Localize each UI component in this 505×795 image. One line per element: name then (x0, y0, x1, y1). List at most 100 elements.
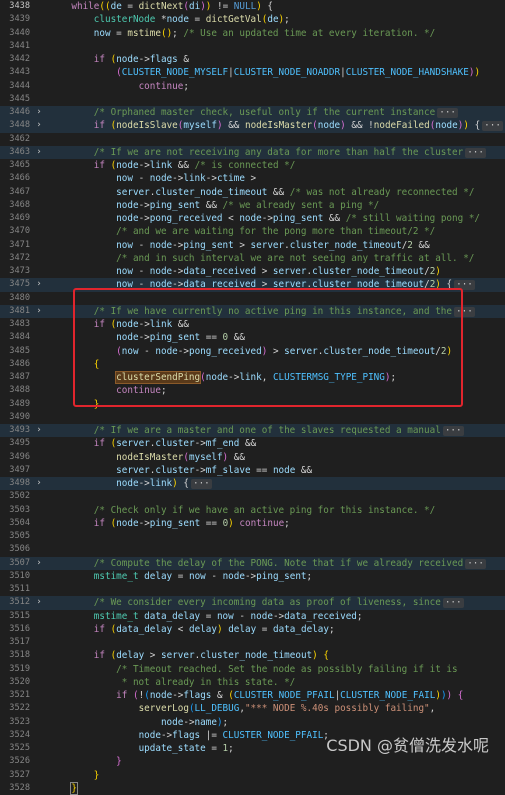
fold-chevron-icon[interactable]: › (34, 106, 44, 119)
code-line[interactable]: 3467 server.cluster_node_timeout && /* w… (0, 186, 505, 199)
code-line[interactable]: 3438 while((de = dictNext(di)) != NULL) … (0, 0, 505, 13)
token: flags (183, 690, 212, 701)
folded-region-ellipsis[interactable]: ··· (465, 147, 486, 158)
code-line[interactable]: 3483 if (node->link && (0, 318, 505, 331)
code-line[interactable]: 3475 › now - node->data_received > server… (0, 278, 505, 292)
highlighted-call: clusterSendPing (115, 371, 202, 384)
fold-chevron-icon[interactable]: › (34, 119, 44, 132)
token: -> (172, 173, 184, 185)
token: if (93, 54, 105, 65)
code-line[interactable]: 3506 (0, 543, 505, 556)
fold-chevron-icon[interactable]: › (34, 596, 44, 609)
code-line[interactable]: 3522 serverLog(LL_DEBUG,"*** NODE %.40s … (0, 702, 505, 715)
token: node (149, 239, 173, 251)
code-line[interactable]: 3485 (now - node->pong_received) > serve… (0, 345, 505, 358)
folded-region-ellipsis[interactable]: ··· (482, 121, 503, 132)
code-line[interactable]: 3488 continue; (0, 384, 505, 397)
code-line[interactable]: 3473 now - node->data_received > server.… (0, 265, 505, 278)
code-line[interactable]: 3463 › /* If we are not receiving any dat… (0, 145, 505, 159)
code-line[interactable]: 3444 continue; (0, 80, 505, 93)
code-line[interactable]: 3510 mstime_t delay = now - node->ping_s… (0, 570, 505, 583)
folded-region-ellipsis[interactable]: ··· (465, 558, 486, 569)
code-line[interactable]: 3487 clusterSendPing(node->link, CLUSTER… (0, 371, 505, 384)
fold-chevron-icon[interactable]: › (34, 278, 44, 291)
code-line[interactable]: 3495 if (server.cluster->mf_end && (0, 437, 505, 450)
token: if (93, 160, 105, 171)
code-line[interactable]: 3439 clusterNode *node = dictGetVal(de); (0, 13, 505, 26)
fold-chevron-icon[interactable]: › (34, 557, 44, 570)
token: { (457, 690, 464, 701)
code-line[interactable]: 3446 › /* Orphaned master check, useful o… (0, 106, 505, 120)
code-text: nodeIsMaster(myself) && (49, 451, 505, 464)
code-line[interactable]: 3503 /* Check only if we have an active … (0, 504, 505, 517)
folded-region-ellipsis[interactable]: ··· (437, 108, 459, 118)
code-line[interactable]: 3489 } (0, 398, 505, 411)
code-line[interactable]: 3480 (0, 292, 505, 305)
code-line[interactable]: 3507 › /* Compute the delay of the PONG. … (0, 556, 505, 570)
line-number: 3467 (9, 186, 30, 197)
code-line[interactable]: 3462 (0, 133, 505, 146)
code-line[interactable]: 3490 (0, 411, 505, 424)
code-line[interactable]: 3484 node->ping_sent == 0 && (0, 331, 505, 344)
code-line[interactable]: 3466 now - node->link->ctime > (0, 172, 505, 185)
code-line[interactable]: 3498 › node->link) {··· (0, 477, 505, 491)
code-line[interactable]: 3470 /* and we are waiting for the pong … (0, 225, 505, 238)
code-line[interactable]: 3497 server.cluster->mf_slave == node && (0, 464, 505, 477)
code-line[interactable]: 3519 /* Timeout reached. Set the node as… (0, 663, 505, 676)
code-line[interactable]: 3486 { (0, 358, 505, 371)
code-line[interactable]: 3528 } (0, 781, 505, 795)
code-line[interactable]: 3520 * not already in this state. */ (0, 676, 505, 689)
code-line[interactable]: 3443 (CLUSTER_NODE_MYSELF|CLUSTER_NODE_N… (0, 66, 505, 79)
code-text: clusterNode *node = dictGetVal(de); (49, 13, 505, 26)
code-line[interactable]: 3515 mstime_t data_delay = now - node->d… (0, 610, 505, 623)
code-line[interactable]: 3504 if (node->ping_sent == 0) continue; (0, 517, 505, 530)
folded-region-ellipsis[interactable]: ··· (442, 598, 464, 609)
fold-chevron-icon[interactable]: › (34, 424, 44, 437)
token: ; (306, 570, 313, 582)
fold-chevron-icon[interactable]: › (34, 477, 44, 490)
code-line[interactable]: 3471 now - node->ping_sent > server.clus… (0, 239, 505, 252)
code-line[interactable]: 3481 › /* If we have currently no active … (0, 304, 505, 318)
code-line[interactable]: 3465 if (node->link && /* is connected *… (0, 159, 505, 172)
token: /* we already sent a ping */ (222, 199, 380, 211)
code-line[interactable]: 3448 › if (nodeIsSlave(myself) && nodeIsM… (0, 119, 505, 133)
token: ping_sent (183, 239, 234, 251)
code-line[interactable]: 3517 (0, 636, 505, 649)
code-editor[interactable]: 3438 while((de = dictNext(di)) != NULL) … (0, 0, 505, 795)
folded-region-ellipsis[interactable]: ··· (454, 306, 475, 317)
code-line[interactable]: 3442 if (node->flags & (0, 53, 505, 66)
code-line[interactable]: 3502 (0, 490, 505, 503)
token: -> (228, 372, 240, 383)
fold-chevron-icon[interactable]: › (34, 146, 44, 159)
code-line[interactable]: 3518 if (delay > server.cluster_node_tim… (0, 649, 505, 662)
fold-chevron-icon[interactable]: › (34, 305, 44, 318)
code-line[interactable]: 3472 /* and in such interval we are not … (0, 252, 505, 265)
code-line[interactable]: 3468 node->ping_sent && /* we already se… (0, 199, 505, 212)
code-line[interactable]: 3505 (0, 530, 505, 543)
folded-region-ellipsis[interactable]: ··· (442, 426, 464, 436)
code-line[interactable]: 3521 if (!(node->flags & (CLUSTER_NODE_P… (0, 689, 505, 702)
code-line[interactable]: 3440 now = mstime(); /* Use an updated t… (0, 27, 505, 40)
folded-region-ellipsis[interactable]: ··· (190, 479, 212, 489)
code-line[interactable]: 3526 } (0, 755, 505, 768)
code-line[interactable]: 3523 node->name); (0, 716, 505, 729)
code-line[interactable]: 3527 } (0, 769, 505, 782)
token: update_state (138, 743, 206, 754)
folded-region-ellipsis[interactable]: ··· (454, 280, 475, 291)
line-number: 3472 (9, 252, 30, 263)
code-line[interactable]: 3496 nodeIsMaster(myself) && (0, 451, 505, 464)
code-line[interactable]: 3493 › /* If we are a master and one of t… (0, 424, 505, 438)
code-line[interactable]: 3469 node->pong_received < node->ping_se… (0, 212, 505, 225)
token: /* is connected */ (194, 160, 296, 171)
code-line[interactable]: 3511 (0, 583, 505, 596)
code-line[interactable]: 3512 › /* We consider every incoming data… (0, 596, 505, 610)
token: server (116, 464, 150, 476)
code-line[interactable]: 3516 if (data_delay < delay) delay = dat… (0, 623, 505, 636)
code-line[interactable]: 3445 (0, 93, 505, 106)
code-line[interactable]: 3441 (0, 40, 505, 53)
